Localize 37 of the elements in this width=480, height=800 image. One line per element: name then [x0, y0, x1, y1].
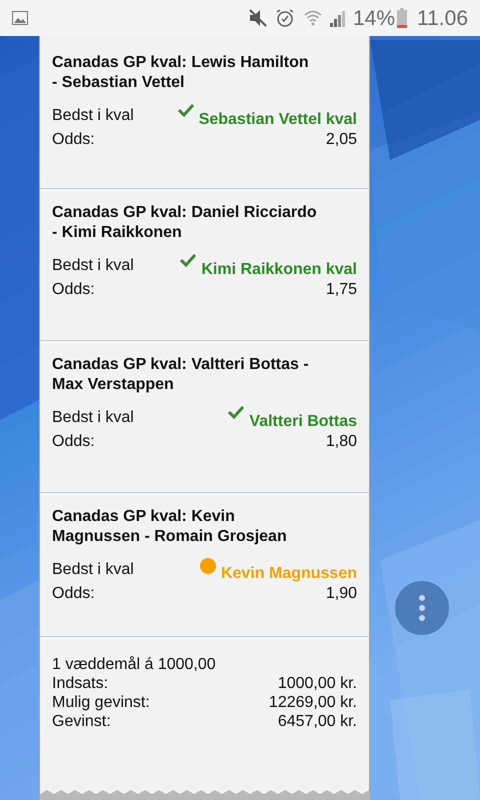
odds-value: 2,05 — [326, 130, 357, 150]
market-label: Bedst i kval — [52, 256, 134, 276]
bet-title: Canadas GP kval: Lewis Hamilton - Sebastian Vettel — [52, 53, 310, 93]
odds-value: 1,90 — [326, 584, 357, 604]
bet-title: Canadas GP kval: Kevin Magnussen - Romain Grosjean — [52, 507, 288, 547]
more-options-button[interactable] — [395, 581, 449, 635]
odds-value: 1,75 — [326, 280, 357, 300]
bet-title: Canadas GP kval: Valtteri Bottas - Max Verstappen — [52, 355, 310, 395]
summary-label: Mulig gevinst: — [52, 693, 150, 712]
summary-value: 1000,00 kr. — [278, 674, 357, 693]
odds-label: Odds: — [52, 584, 95, 604]
signal-icon — [328, 9, 347, 27]
battery-percent: 14% — [352, 8, 395, 28]
summary-value: 6457,00 kr. — [278, 712, 357, 731]
more-icon — [419, 595, 425, 621]
selection-label: Kevin Magnussen — [220, 564, 357, 584]
odds-label: Odds: — [52, 280, 95, 300]
selection-label: Sebastian Vettel kval — [198, 110, 357, 130]
selection-label: Kimi Raikkonen kval — [201, 260, 357, 280]
market-label: Bedst i kval — [52, 408, 134, 428]
mute-icon — [246, 8, 269, 28]
battery-icon — [397, 8, 407, 28]
odds-value: 1,80 — [326, 432, 357, 452]
summary-label: Gevinst: — [52, 712, 111, 731]
selection-label: Valtteri Bottas — [249, 412, 357, 432]
bet-title: Canadas GP kval: Daniel Ricciardo - Kimi Raikkonen — [52, 203, 318, 243]
market-label: Bedst i kval — [52, 106, 134, 126]
summary-value: 12269,00 kr. — [268, 693, 357, 712]
odds-label: Odds: — [52, 432, 95, 452]
alarm-icon — [274, 8, 295, 28]
odds-label: Odds: — [52, 130, 95, 150]
summary-label: Indsats: — [52, 674, 108, 693]
wifi-icon — [302, 8, 323, 28]
bet-summary: 1 væddemål á 1000,00 — [52, 655, 217, 674]
market-label: Bedst i kval — [52, 560, 134, 580]
clock: 11.06 — [417, 8, 468, 28]
image-icon — [12, 11, 28, 25]
